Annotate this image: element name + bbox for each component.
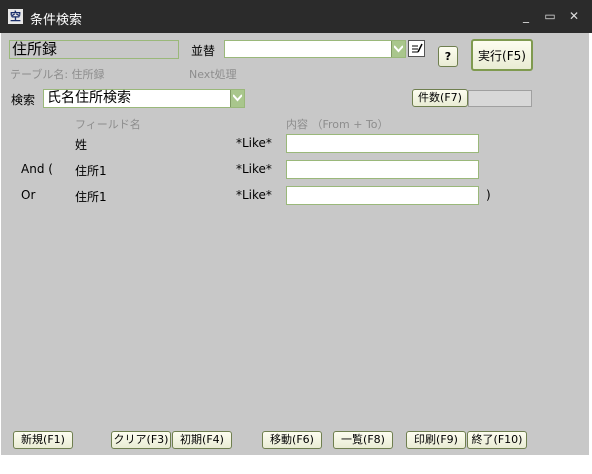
row3-operator: *Like* <box>236 188 272 202</box>
row1-value-input[interactable] <box>286 134 479 153</box>
sort-label: 並替 <box>191 44 216 58</box>
maximize-button[interactable]: ▭ <box>542 8 558 24</box>
clear-button[interactable]: クリア(F3) <box>111 431 171 449</box>
row1-field: 姓 <box>75 138 88 152</box>
next-process-caption: Next処理 <box>189 68 237 81</box>
search-label: 検索 <box>11 93 36 107</box>
execute-button[interactable]: 実行(F5) <box>471 39 533 71</box>
title-bar[interactable]: 空 条件検索 _ ▭ ✕ <box>0 0 592 33</box>
row3-value-input[interactable] <box>286 186 479 205</box>
init-button[interactable]: 初期(F4) <box>172 431 232 449</box>
app-icon: 空 <box>8 9 23 24</box>
search-window: 空 条件検索 _ ▭ ✕ 住所録 並替 ? 実行(F5) テーブル名: 住所録 … <box>0 0 592 474</box>
field-name-header: フィールド名 <box>75 118 141 131</box>
sort-combo[interactable] <box>224 40 406 58</box>
chevron-down-icon[interactable] <box>230 90 244 107</box>
table-name-caption: テーブル名: 住所録 <box>10 68 105 81</box>
close-button[interactable]: ✕ <box>566 8 582 24</box>
row3-field: 住所1 <box>75 190 107 204</box>
form-area: 住所録 並替 ? 実行(F5) テーブル名: 住所録 Next処理 検索 氏名住… <box>1 33 589 455</box>
row2-field: 住所1 <box>75 164 107 178</box>
row1-operator: *Like* <box>236 136 272 150</box>
new-button[interactable]: 新規(F1) <box>13 431 73 449</box>
row2-value-input[interactable] <box>286 160 479 179</box>
row2-operator: *Like* <box>236 162 272 176</box>
row2-conjunction: And ( <box>21 162 53 176</box>
table-name-display: 住所録 <box>9 40 179 59</box>
window-title: 条件検索 <box>30 13 83 28</box>
minimize-button[interactable]: _ <box>518 8 534 24</box>
help-button[interactable]: ? <box>438 46 458 67</box>
count-display <box>468 90 532 107</box>
content-header: 内容 （From + To） <box>286 118 389 131</box>
print-button[interactable]: 印刷(F9) <box>406 431 466 449</box>
count-button[interactable]: 件数(F7) <box>412 89 468 107</box>
row3-conjunction: Or <box>21 188 36 202</box>
move-button[interactable]: 移動(F6) <box>262 431 322 449</box>
search-combo[interactable]: 氏名住所検索 <box>43 89 245 108</box>
list-button[interactable]: 一覧(F8) <box>333 431 393 449</box>
search-combo-value: 氏名住所検索 <box>47 90 131 106</box>
edit-sort-icon[interactable] <box>408 40 425 57</box>
exit-button[interactable]: 終了(F10) <box>467 431 527 449</box>
chevron-down-icon[interactable] <box>391 41 405 57</box>
row3-close-paren: ) <box>486 188 491 202</box>
